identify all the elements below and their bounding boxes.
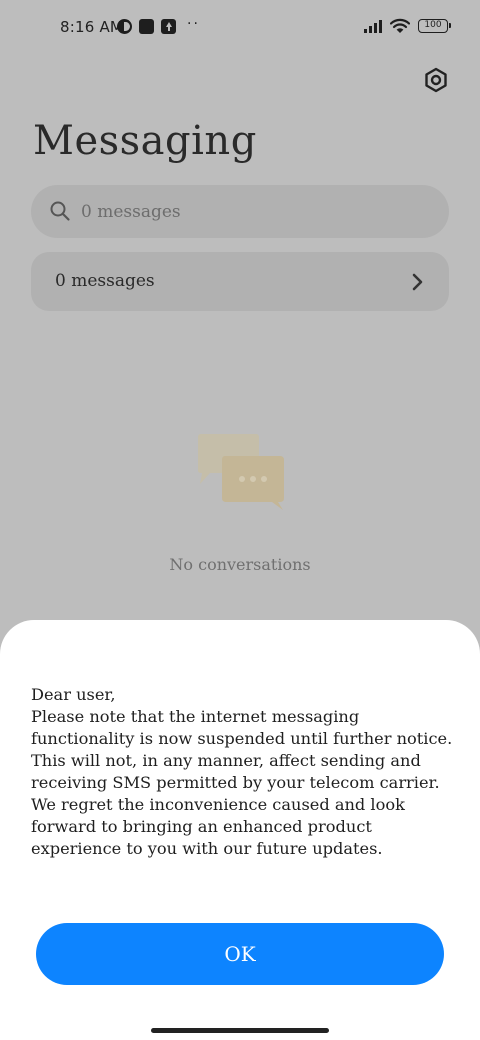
settings-button[interactable] xyxy=(422,66,450,94)
signal-icon xyxy=(364,19,382,33)
notification-icons: ·· xyxy=(117,15,200,34)
search-icon xyxy=(50,201,70,221)
chat-bubbles-icon xyxy=(198,434,284,510)
battery-icon: 100 xyxy=(418,19,451,33)
more-notifications-icon: ·· xyxy=(187,15,200,32)
status-bar: 8:16 AM ·· 100 xyxy=(0,0,480,56)
empty-state-text: No conversations xyxy=(169,555,311,574)
page-title: Messaging xyxy=(33,118,257,164)
upload-icon xyxy=(161,19,176,34)
home-indicator[interactable] xyxy=(151,1028,329,1033)
data-saver-icon xyxy=(117,19,132,34)
search-bar[interactable] xyxy=(31,185,449,238)
messages-row-label: 0 messages xyxy=(55,271,155,291)
status-time: 8:16 AM xyxy=(60,18,124,36)
notice-dialog: Dear user, Please note that the internet… xyxy=(0,620,480,1040)
chevron-right-icon xyxy=(412,273,423,291)
search-input[interactable] xyxy=(81,185,421,238)
app-notification-icon xyxy=(139,19,154,34)
messages-row[interactable]: 0 messages xyxy=(31,252,449,311)
wifi-icon xyxy=(390,18,410,33)
settings-icon xyxy=(425,67,447,93)
system-icons: 100 xyxy=(364,18,451,34)
dialog-message: Dear user, Please note that the internet… xyxy=(31,685,453,858)
ok-button[interactable]: OK xyxy=(36,923,444,985)
